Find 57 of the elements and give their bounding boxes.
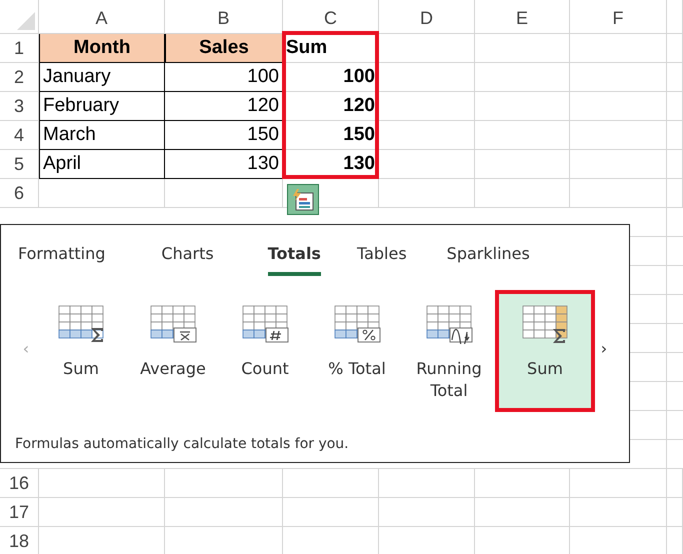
tab[interactable]: Sparklines (446, 242, 530, 276)
empty-cell (667, 92, 683, 121)
row-header[interactable]: 18 (0, 527, 39, 554)
table-cell: Month (39, 34, 165, 63)
table-cell: January (39, 63, 165, 92)
empty-cell (667, 469, 683, 498)
row-header[interactable]: 6 (0, 179, 39, 208)
column-header[interactable] (667, 0, 683, 34)
column-header[interactable]: E (475, 0, 570, 34)
empty-cell (667, 150, 683, 179)
running-total-table-icon (425, 304, 473, 344)
table-cell: April (39, 150, 165, 179)
table-cell: 100 (165, 63, 283, 92)
table-cell: 120 (165, 92, 283, 121)
table-cell: March (39, 121, 165, 150)
totals-option[interactable]: Count (219, 290, 311, 412)
table-cell: 150 (165, 121, 283, 150)
tab[interactable]: Totals (268, 242, 321, 276)
empty-cell (667, 34, 683, 63)
table-cell: 130 (283, 150, 379, 179)
table-cell: February (39, 92, 165, 121)
empty-cell (667, 63, 683, 92)
totals-option[interactable]: Sum (495, 290, 595, 412)
quick-analysis-button[interactable] (287, 184, 319, 215)
table-cell: 100 (283, 63, 379, 92)
sum-table-icon (57, 304, 105, 344)
tab[interactable]: Tables (356, 242, 407, 276)
row-header[interactable]: 2 (0, 63, 39, 92)
empty-cell (667, 498, 683, 527)
column-header[interactable]: C (283, 0, 379, 34)
description-text: Formulas automatically calculate totals for you. (14, 436, 350, 452)
select-all-icon[interactable] (17, 12, 35, 30)
totals-option[interactable]: Average (127, 290, 219, 412)
table-cell: 150 (283, 121, 379, 150)
sum-column-table-icon (521, 304, 569, 344)
tab[interactable]: Formatting (18, 242, 106, 276)
row-header[interactable]: 4 (0, 121, 39, 150)
quick-analysis-icon (291, 188, 315, 212)
row-header[interactable]: 3 (0, 92, 39, 121)
row-header[interactable]: 5 (0, 150, 39, 179)
column-header[interactable]: F (570, 0, 667, 34)
empty-cell (667, 179, 683, 208)
row-header[interactable]: 17 (0, 498, 39, 527)
empty-cell (667, 121, 683, 150)
totals-option[interactable]: % Total (311, 290, 403, 412)
tab[interactable]: Charts (161, 242, 214, 276)
average-table-icon (149, 304, 197, 344)
table-cell: 130 (165, 150, 283, 179)
table-cell: Sum (283, 34, 379, 63)
percent-table-icon (333, 304, 381, 344)
totals-option[interactable]: Sum (35, 290, 127, 412)
row-header[interactable]: 16 (0, 469, 39, 498)
table-cell: 120 (283, 92, 379, 121)
column-header[interactable]: D (379, 0, 475, 34)
table-cell: Sales (165, 34, 283, 63)
count-table-icon (241, 304, 289, 344)
totals-option[interactable]: Running Total (403, 290, 495, 412)
